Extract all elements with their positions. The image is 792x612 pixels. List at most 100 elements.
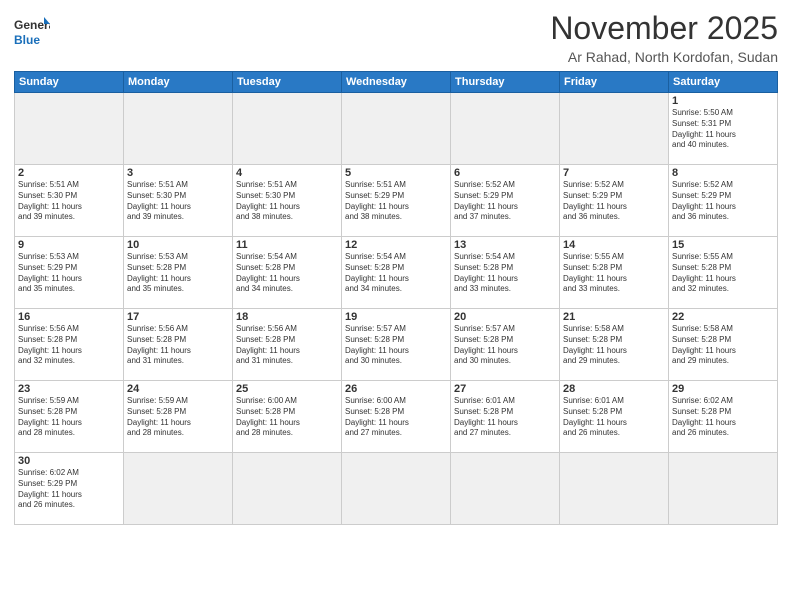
day-info: Sunrise: 5:56 AM Sunset: 5:28 PM Dayligh… [236,324,338,367]
day-info: Sunrise: 5:51 AM Sunset: 5:30 PM Dayligh… [236,180,338,223]
day-info: Sunrise: 5:52 AM Sunset: 5:29 PM Dayligh… [454,180,556,223]
day-info: Sunrise: 6:00 AM Sunset: 5:28 PM Dayligh… [345,396,447,439]
day-info: Sunrise: 6:01 AM Sunset: 5:28 PM Dayligh… [563,396,665,439]
calendar-cell: 8Sunrise: 5:52 AM Sunset: 5:29 PM Daylig… [669,165,778,237]
weekday-header-thursday: Thursday [451,72,560,93]
calendar-cell: 5Sunrise: 5:51 AM Sunset: 5:29 PM Daylig… [342,165,451,237]
calendar-cell: 19Sunrise: 5:57 AM Sunset: 5:28 PM Dayli… [342,309,451,381]
calendar-cell [233,93,342,165]
calendar-cell [233,453,342,525]
month-title: November 2025 [550,10,778,47]
calendar-week-row: 23 Sunrise: 5:59 AM Sunset: 5:28 PM Dayli… [15,381,778,453]
calendar-week-row: 1Sunrise: 5:50 AM Sunset: 5:31 PM Daylig… [15,93,778,165]
weekday-header-monday: Monday [124,72,233,93]
weekday-header-row: SundayMondayTuesdayWednesdayThursdayFrid… [15,72,778,93]
logo-svg: General Blue [14,14,50,50]
calendar-cell: 30Sunrise: 6:02 AM Sunset: 5:29 PM Dayli… [15,453,124,525]
calendar-cell: 16Sunrise: 5:56 AM Sunset: 5:28 PM Dayli… [15,309,124,381]
day-number: 8 [672,167,774,179]
weekday-header-wednesday: Wednesday [342,72,451,93]
calendar-cell: 22Sunrise: 5:58 AM Sunset: 5:28 PM Dayli… [669,309,778,381]
day-number: 19 [345,311,447,323]
day-number: 22 [672,311,774,323]
day-info: Sunrise: 5:57 AM Sunset: 5:28 PM Dayligh… [454,324,556,367]
calendar-cell [342,453,451,525]
day-number: 10 [127,239,229,251]
day-number: 6 [454,167,556,179]
day-info: Sunrise: 5:50 AM Sunset: 5:31 PM Dayligh… [672,108,774,151]
day-info: Sunrise: 5:54 AM Sunset: 5:28 PM Dayligh… [236,252,338,295]
day-number: 28 [563,383,665,395]
day-info: Sunrise: 6:02 AM Sunset: 5:28 PM Dayligh… [672,396,774,439]
calendar-cell: 27Sunrise: 6:01 AM Sunset: 5:28 PM Dayli… [451,381,560,453]
day-number: 24 [127,383,229,395]
weekday-header-saturday: Saturday [669,72,778,93]
day-info: Sunrise: 5:59 AM Sunset: 5:28 PM Dayligh… [127,396,229,439]
day-number: 5 [345,167,447,179]
day-info: Sunrise: 5:55 AM Sunset: 5:28 PM Dayligh… [563,252,665,295]
day-number: 9 [18,239,120,251]
day-info: Sunrise: 5:51 AM Sunset: 5:30 PM Dayligh… [18,180,120,223]
day-info: Sunrise: 5:58 AM Sunset: 5:28 PM Dayligh… [672,324,774,367]
calendar-cell: 17Sunrise: 5:56 AM Sunset: 5:28 PM Dayli… [124,309,233,381]
calendar-cell: 1Sunrise: 5:50 AM Sunset: 5:31 PM Daylig… [669,93,778,165]
calendar-cell: 26Sunrise: 6:00 AM Sunset: 5:28 PM Dayli… [342,381,451,453]
day-info: Sunrise: 5:54 AM Sunset: 5:28 PM Dayligh… [454,252,556,295]
weekday-header-friday: Friday [560,72,669,93]
calendar-cell [669,453,778,525]
day-number: 23 [18,383,120,395]
calendar-cell: 21Sunrise: 5:58 AM Sunset: 5:28 PM Dayli… [560,309,669,381]
day-info: Sunrise: 5:58 AM Sunset: 5:28 PM Dayligh… [563,324,665,367]
calendar-cell [124,453,233,525]
calendar-cell: 9Sunrise: 5:53 AM Sunset: 5:29 PM Daylig… [15,237,124,309]
calendar-cell: 29Sunrise: 6:02 AM Sunset: 5:28 PM Dayli… [669,381,778,453]
calendar-week-row: 9Sunrise: 5:53 AM Sunset: 5:29 PM Daylig… [15,237,778,309]
calendar-cell: 11Sunrise: 5:54 AM Sunset: 5:28 PM Dayli… [233,237,342,309]
weekday-header-sunday: Sunday [15,72,124,93]
calendar-cell [451,453,560,525]
day-info: Sunrise: 5:51 AM Sunset: 5:29 PM Dayligh… [345,180,447,223]
calendar-cell [342,93,451,165]
calendar-cell: 12Sunrise: 5:54 AM Sunset: 5:28 PM Dayli… [342,237,451,309]
day-number: 3 [127,167,229,179]
calendar-cell [560,453,669,525]
day-number: 12 [345,239,447,251]
calendar-cell: 25Sunrise: 6:00 AM Sunset: 5:28 PM Dayli… [233,381,342,453]
day-number: 20 [454,311,556,323]
day-number: 17 [127,311,229,323]
day-info: Sunrise: 6:01 AM Sunset: 5:28 PM Dayligh… [454,396,556,439]
weekday-header-tuesday: Tuesday [233,72,342,93]
calendar-cell: 10Sunrise: 5:53 AM Sunset: 5:28 PM Dayli… [124,237,233,309]
calendar-cell: 24Sunrise: 5:59 AM Sunset: 5:28 PM Dayli… [124,381,233,453]
calendar-cell [560,93,669,165]
day-number: 30 [18,455,120,467]
day-info: Sunrise: 5:53 AM Sunset: 5:28 PM Dayligh… [127,252,229,295]
calendar-cell: 18Sunrise: 5:56 AM Sunset: 5:28 PM Dayli… [233,309,342,381]
page: General Blue November 2025 Ar Rahad, Nor… [0,0,792,612]
day-number: 27 [454,383,556,395]
day-info: Sunrise: 5:52 AM Sunset: 5:29 PM Dayligh… [563,180,665,223]
day-number: 4 [236,167,338,179]
calendar-cell: 20Sunrise: 5:57 AM Sunset: 5:28 PM Dayli… [451,309,560,381]
day-info: Sunrise: 5:56 AM Sunset: 5:28 PM Dayligh… [18,324,120,367]
calendar-cell: 28Sunrise: 6:01 AM Sunset: 5:28 PM Dayli… [560,381,669,453]
day-info: Sunrise: 6:00 AM Sunset: 5:28 PM Dayligh… [236,396,338,439]
calendar-cell: 14Sunrise: 5:55 AM Sunset: 5:28 PM Dayli… [560,237,669,309]
calendar-cell [124,93,233,165]
title-block: November 2025 Ar Rahad, North Kordofan, … [550,10,778,65]
day-number: 14 [563,239,665,251]
calendar-cell: 3Sunrise: 5:51 AM Sunset: 5:30 PM Daylig… [124,165,233,237]
svg-text:Blue: Blue [14,33,40,47]
day-info: Sunrise: 5:52 AM Sunset: 5:29 PM Dayligh… [672,180,774,223]
day-number: 29 [672,383,774,395]
day-number: 2 [18,167,120,179]
calendar-week-row: 30Sunrise: 6:02 AM Sunset: 5:29 PM Dayli… [15,453,778,525]
calendar-cell [451,93,560,165]
day-number: 16 [18,311,120,323]
day-info: Sunrise: 6:02 AM Sunset: 5:29 PM Dayligh… [18,468,120,511]
calendar-cell [15,93,124,165]
day-info: Sunrise: 5:55 AM Sunset: 5:28 PM Dayligh… [672,252,774,295]
day-number: 18 [236,311,338,323]
calendar-cell: 7Sunrise: 5:52 AM Sunset: 5:29 PM Daylig… [560,165,669,237]
day-info: Sunrise: 5:56 AM Sunset: 5:28 PM Dayligh… [127,324,229,367]
